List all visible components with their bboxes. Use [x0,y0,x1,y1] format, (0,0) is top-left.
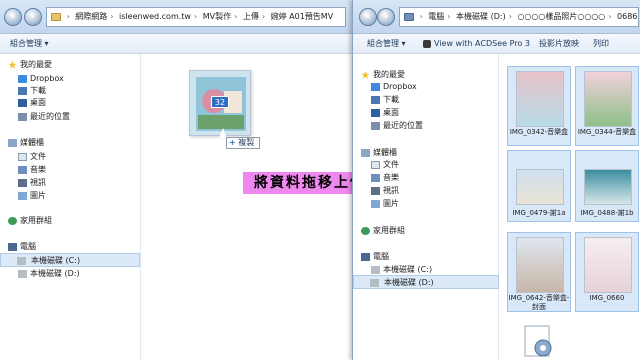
left-address-bar[interactable]: › 網際網路 › isleenwed.com.tw › MV製作 › 上傳 › 婉婷 A… [46,7,346,27]
drive-icon [18,270,27,278]
copy-tooltip: + 複製 [226,137,260,149]
sidebar-item-music[interactable]: 音樂 [367,171,399,185]
slideshow-button[interactable]: 投影片放映 [539,37,579,51]
breadcrumb-segment[interactable]: 0686 [617,12,637,21]
sidebar-item-documents[interactable]: 文件 [14,150,46,164]
music-icon [371,174,380,182]
right-command-bar: 組合管理 ▾ View with ACDSee Pro 3 投影片放映 列印 [353,34,640,54]
settings-file-icon [524,325,552,357]
libraries-icon [361,149,370,157]
recent-places-icon [18,113,27,121]
sidebar-item-music[interactable]: 音樂 [14,163,46,177]
sidebar-item-drive-d[interactable]: 本機磁碟 (D:) [353,275,499,289]
acdsee-button[interactable]: View with ACDSee Pro 3 [423,37,530,51]
drive-icon [17,257,26,265]
folder-icon [51,12,61,21]
sidebar-item-videos[interactable]: 視訊 [14,176,46,190]
libraries-icon [8,139,17,147]
videos-icon [18,179,27,187]
photo-thumbnail-icon [584,237,632,293]
sidebar-item-desktop[interactable]: 桌面 [14,96,46,110]
desktop-icon [18,99,27,107]
dropbox-icon [18,75,27,83]
computer-header[interactable]: 電腦 [4,240,36,254]
sidebar-item-drive-c[interactable]: 本機磁碟 (C:) [0,253,140,267]
sidebar-item-downloads[interactable]: 下載 [367,93,399,107]
pictures-icon [18,192,27,200]
organize-button[interactable]: 組合管理 ▾ [10,37,49,51]
file-thumbnail[interactable]: IMG_0660 [575,232,639,312]
plus-icon: + [229,138,236,147]
sidebar-item-drive-d[interactable]: 本機磁碟 (D:) [14,267,80,281]
pictures-icon [371,200,380,208]
acdsee-icon [423,39,431,48]
photo-thumbnail-icon [584,169,632,205]
breadcrumb-segment[interactable]: isleenwed.com.tw [119,12,191,21]
right-explorer-window: ‹ › › 電腦 › 本機磁碟 (D:) › ○○○○樣品照片○○○○ › 0686 … [352,0,640,360]
sidebar-item-pictures[interactable]: 圖片 [14,189,46,203]
sidebar-item-homegroup[interactable]: 家用群組 [357,224,405,238]
photo-thumbnail-icon [584,71,632,127]
recent-places-icon [371,122,380,130]
breadcrumb-segment[interactable]: 電腦 [428,12,444,21]
back-button[interactable]: ‹ [4,8,22,26]
file-thumbnail[interactable]: IMG_0488-謝1b [575,150,639,222]
music-icon [18,166,27,174]
star-icon [8,61,17,69]
drag-count-badge: 32 [211,96,229,108]
sidebar-item-recent[interactable]: 最近的位置 [367,119,423,133]
file-thumbnail[interactable]: IMG_0342-音樂盒 [507,66,571,146]
drive-icon [370,279,379,287]
breadcrumb-segment[interactable]: 婉婷 A01預告MV [271,12,334,21]
photo-thumbnail-icon [516,169,564,205]
right-address-bar[interactable]: › 電腦 › 本機磁碟 (D:) › ○○○○樣品照片○○○○ › 0686 [399,7,639,27]
drive-icon [371,266,380,274]
computer-icon [8,243,17,251]
photo-thumbnail-icon [516,237,564,293]
sidebar-item-recent[interactable]: 最近的位置 [14,110,70,124]
star-icon [361,71,370,79]
computer-header[interactable]: 電腦 [357,250,389,264]
print-button[interactable]: 列印 [593,37,609,51]
videos-icon [371,187,380,195]
forward-button[interactable]: › [377,8,395,26]
breadcrumb-segment[interactable]: MV製作 [203,12,231,21]
breadcrumb-segment[interactable]: 上傳 [243,12,259,21]
downloads-icon [18,87,27,95]
file-thumbnail[interactable] [507,316,571,360]
computer-icon [361,253,370,261]
documents-icon [371,161,380,169]
sidebar-item-pictures[interactable]: 圖片 [367,197,399,211]
sidebar-item-videos[interactable]: 視訊 [367,184,399,198]
libraries-header[interactable]: 媒體櫃 [4,136,44,150]
documents-icon [18,153,27,161]
right-address-bar-area: ‹ › › 電腦 › 本機磁碟 (D:) › ○○○○樣品照片○○○○ › 0686 [353,0,640,34]
back-button[interactable]: ‹ [359,8,377,26]
homegroup-icon [361,227,370,235]
downloads-icon [371,96,380,104]
breadcrumb-segment[interactable]: 網際網路 [75,12,107,21]
sidebar-item-desktop[interactable]: 桌面 [367,106,399,120]
file-grid[interactable]: IMG_0342-音樂盒 IMG_0344-音樂盒 IMG_0479-謝1a I… [499,54,640,360]
sidebar-item-dropbox[interactable]: Dropbox [367,80,417,94]
file-thumbnail[interactable]: IMG_0642-音樂盒-封面 [507,232,571,312]
favorites-header[interactable]: 我的最愛 [4,58,52,72]
right-navigation-pane: 我的最愛 Dropbox 下載 桌面 最近的位置 媒體櫃 文件 音樂 視訊 圖片… [353,54,499,360]
breadcrumb-segment[interactable]: 本機磁碟 (D:) [456,12,506,21]
file-thumbnail[interactable]: IMG_0479-謝1a [507,150,571,222]
sidebar-item-documents[interactable]: 文件 [367,158,399,172]
computer-small-icon [404,12,414,21]
breadcrumb-segment[interactable]: ○○○○樣品照片○○○○ [517,12,605,21]
homegroup-icon [8,217,17,225]
left-address-bar-area: ‹ › › 網際網路 › isleenwed.com.tw › MV製作 › 上傳 › … [0,0,352,34]
file-thumbnail[interactable]: IMG_0344-音樂盒 [575,66,639,146]
dropbox-icon [371,83,380,91]
forward-button[interactable]: › [24,8,42,26]
sidebar-item-homegroup[interactable]: 家用群組 [4,214,52,228]
desktop-icon [371,109,380,117]
left-navigation-pane: 我的最愛 Dropbox 下載 桌面 最近的位置 媒體櫃 文件 音樂 視訊 圖片… [0,54,140,360]
left-command-bar: 組合管理 ▾ [0,34,352,54]
photo-thumbnail-icon [516,71,564,127]
organize-button[interactable]: 組合管理 ▾ [367,37,406,51]
